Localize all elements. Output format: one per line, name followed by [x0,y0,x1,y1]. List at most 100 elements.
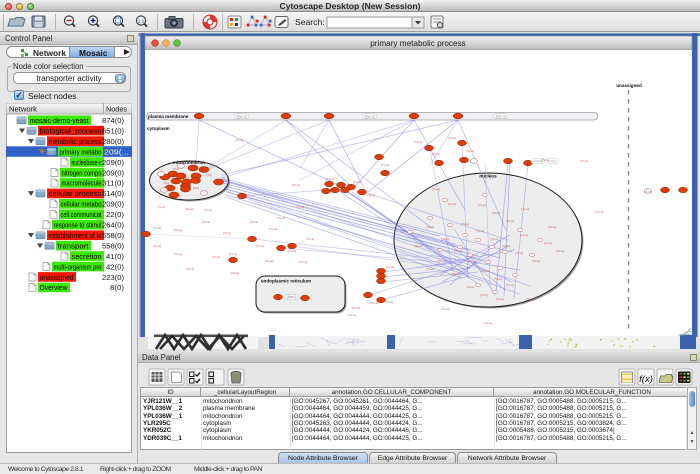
svg-text:[Yx-s]: [Yx-s] [520,233,528,237]
svg-text:[Yx-s]: [Yx-s] [367,193,375,197]
svg-text:[Yx-s]: [Yx-s] [153,226,161,230]
svg-text:[Yx-s]: [Yx-s] [556,249,564,253]
svg-text:[Yx-s]: [Yx-s] [548,225,556,229]
svg-text:[Yx-s]: [Yx-s] [521,207,529,211]
svg-text:endoplasmic reticulum: endoplasmic reticulum [261,279,311,284]
svg-text:[Yx-s]: [Yx-s] [157,205,165,209]
svg-text:[Go::s]: [Go::s] [496,114,506,118]
svg-text:cell communicat: cell communicat [61,210,102,219]
svg-text:42(0): 42(0) [106,262,124,271]
svg-text:nucleobase-c: nucleobase-c [72,158,102,167]
svg-text:[Yx-s]: [Yx-s] [484,321,492,325]
svg-text:[Yx-s]: [Yx-s] [250,220,258,224]
svg-text:[Yx-s]: [Yx-s] [452,272,460,276]
svg-text:[Yx-s]: [Yx-s] [441,307,449,311]
svg-text:209(...: 209(... [104,147,129,156]
svg-text:primary metabolic process: primary metabolic process [370,39,466,48]
svg-text:311(0): 311(0) [102,179,124,188]
svg-text:mosaic-demo-yeast: mosaic-demo-yeast [30,116,89,125]
svg-text:[Yx-s]: [Yx-s] [223,231,231,235]
svg-text:establishment of lo: establishment of lo [49,231,102,240]
svg-text:[Yx-s]: [Yx-s] [229,252,237,256]
svg-text:[Yx-s]: [Yx-s] [265,259,273,263]
svg-text:280(0): 280(0) [102,137,124,146]
svg-text:1:1: 1:1 [138,19,145,24]
svg-text:[Yx-s]: [Yx-s] [480,293,488,297]
svg-text:[Yx-s]: [Yx-s] [186,267,194,271]
svg-text:209(0): 209(0) [102,200,124,209]
svg-text:558(0): 558(0) [102,241,124,250]
svg-text:[Yx-s]: [Yx-s] [466,149,474,153]
svg-text:[Yx-s]: [Yx-s] [352,306,360,310]
svg-text:[Yx-s]: [Yx-s] [494,277,502,281]
svg-text:[Yx-s]: [Yx-s] [468,259,476,263]
svg-text:secretion: secretion [72,252,102,261]
svg-text:[Yx-s]: [Yx-s] [414,140,422,144]
svg-text:multi-organism pro: multi-organism pro [54,262,102,271]
svg-text:[Yx-s]: [Yx-s] [269,227,277,231]
svg-text:[Yx-s]: [Yx-s] [432,187,440,191]
svg-text:22(0): 22(0) [106,210,124,219]
svg-text:cellular process: cellular process [49,189,102,198]
svg-text:[Yx-s]: [Yx-s] [202,220,210,224]
svg-text:[Yx-s]: [Yx-s] [526,297,534,301]
svg-text:[Yx-s]: [Yx-s] [492,211,500,215]
svg-text:mitochondrion: mitochondrion [173,160,205,165]
svg-text:[Yx-s]: [Yx-s] [174,228,182,232]
svg-text:651(0): 651(0) [102,127,124,136]
svg-text:[Yx-s]: [Yx-s] [153,244,161,248]
svg-text:[Yx]: [Yx] [206,173,211,177]
svg-text:[Yx-s]: [Yx-s] [256,244,264,248]
svg-text:Nodes: Nodes [106,104,127,113]
svg-text:metabolic process: metabolic process [49,137,102,146]
svg-text:[Yx-s]: [Yx-s] [532,259,540,263]
svg-text:[Yx-s]: [Yx-s] [506,219,514,223]
svg-text:[Yx-s]: [Yx-s] [461,222,469,226]
svg-text:[Yx-s]: [Yx-s] [235,138,243,142]
svg-text:[Yx-s]: [Yx-s] [506,283,514,287]
svg-text:[Yx-s]: [Yx-s] [426,267,434,271]
svg-text:Search:: Search: [295,17,325,27]
svg-text:[Yx-s]: [Yx-s] [580,159,588,163]
svg-text:[Yx-s]: [Yx-s] [478,203,486,207]
svg-text:macromolecule: macromolecule [62,179,102,188]
svg-text:[Yx-s]: [Yx-s] [515,251,523,255]
svg-text:[Yx-s]: [Yx-s] [353,180,361,184]
svg-text:[Yx]: [Yx] [163,181,168,185]
svg-text:223(0): 223(0) [102,273,124,282]
svg-text:[Yx-s]: [Yx-s] [438,259,446,263]
svg-text:[Mxx:]: [Mxx:] [287,295,296,299]
svg-text:plasma membrane: plasma membrane [148,114,189,119]
svg-text:[Yx-s]: [Yx-s] [299,260,307,264]
svg-text:[Yx-s]: [Yx-s] [185,207,193,211]
svg-text:biological_process: biological_process [40,127,102,136]
svg-text:[Yx-s]: [Yx-s] [231,271,239,275]
svg-text:[Yx-s]: [Yx-s] [277,216,285,220]
svg-text:209(0): 209(0) [102,158,124,167]
svg-text:[Yx-s]: [Yx-s] [448,202,456,206]
svg-text:transport: transport [58,241,89,250]
svg-text:[Yx-s]: [Yx-s] [326,177,334,181]
svg-text:874(0): 874(0) [102,116,124,125]
svg-text:[Yx-s]: [Yx-s] [306,237,314,241]
svg-text:[Yx-s]: [Yx-s] [454,249,462,253]
svg-text:[Yx-s]: [Yx-s] [288,249,296,253]
svg-text:f(x): f(x) [639,374,653,385]
svg-text:[Yx-s]: [Yx-s] [348,313,356,317]
svg-text:[Yx-s]: [Yx-s] [212,255,220,259]
svg-text:[Yx-s]: [Yx-s] [174,252,182,256]
svg-text:558(0): 558(0) [102,231,124,240]
svg-text:614(0): 614(0) [102,189,124,198]
svg-text:[Yx-s]: [Yx-s] [204,208,212,212]
svg-text:[Go::s]: [Go::s] [365,114,375,118]
svg-text:[Yx-s]: [Yx-s] [476,229,484,233]
svg-text:[Yx-s]: [Yx-s] [481,269,489,273]
svg-text:209(0): 209(0) [102,168,124,177]
svg-text:[Yx-s]: [Yx-s] [370,301,378,305]
svg-text:[Yx-s]: [Yx-s] [448,136,456,140]
svg-text:[Yx]: [Yx] [183,176,188,180]
svg-text:[Yx-s]: [Yx-s] [432,152,440,156]
svg-text:Overview: Overview [40,283,69,292]
svg-text:[Yx-s]: [Yx-s] [381,163,389,167]
svg-text:primary metabo: primary metabo [60,147,102,156]
